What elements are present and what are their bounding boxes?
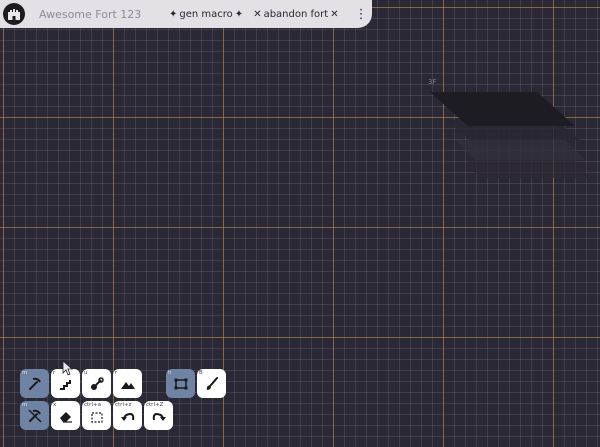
close-icon: ✕ <box>330 8 339 20</box>
shortcut-key: r <box>115 370 118 376</box>
redo-tool[interactable]: ctrl+Z <box>144 401 173 430</box>
shortcut-key: x <box>53 402 57 408</box>
brush-icon <box>206 376 218 390</box>
mouse-cursor-icon <box>62 360 74 376</box>
sparkle-icon: ✦ <box>234 8 244 20</box>
select-bounds-icon <box>174 378 187 389</box>
header-bar: ✦ gen macro ✦ ✕ abandon fort ✕ ⋮ <box>0 0 372 28</box>
shortcut-key: u <box>84 370 88 376</box>
floor-layer-4 <box>465 160 590 178</box>
build-tool[interactable]: u <box>82 369 111 398</box>
unmine-icon <box>27 408 42 423</box>
gen-macro-label: gen macro <box>179 8 233 20</box>
fort-name-input[interactable] <box>37 4 161 24</box>
shortcut-key: B <box>199 370 203 376</box>
shortcut-key: r <box>53 370 56 376</box>
build-icon <box>90 376 104 390</box>
ramp-tool[interactable]: r <box>113 369 142 398</box>
select-tool[interactable]: h <box>166 369 195 398</box>
unmine-tool[interactable]: m <box>20 401 49 430</box>
gen-macro-button[interactable]: ✦ gen macro ✦ <box>169 9 243 20</box>
sparkle-icon: ✦ <box>169 8 178 20</box>
undo-tool[interactable]: ctrl+z <box>113 401 142 430</box>
castle-icon[interactable] <box>3 3 25 25</box>
dashed-square-icon <box>90 411 103 423</box>
abandon-fort-label: abandon fort <box>263 8 329 20</box>
shortcut-key: h <box>168 370 172 376</box>
mountain-icon <box>120 381 135 389</box>
shortcut-key: m <box>22 402 28 408</box>
mine-tool[interactable]: m <box>20 369 49 398</box>
floor-layer-3 <box>455 140 585 160</box>
stairs-icon <box>59 379 71 390</box>
select-all-tool[interactable]: ctrl+a <box>82 401 111 430</box>
floor-stack[interactable] <box>425 78 600 188</box>
redo-icon <box>152 412 166 421</box>
shortcut-key: ctrl+z <box>115 402 132 408</box>
eraser-icon <box>59 411 72 423</box>
undo-icon <box>120 412 134 421</box>
erase-tool[interactable]: x <box>51 401 80 430</box>
kebab-menu-icon[interactable]: ⋮ <box>355 7 368 22</box>
pickaxe-icon <box>28 377 41 390</box>
shortcut-key: ctrl+Z <box>146 402 164 408</box>
paint-tool[interactable]: B <box>197 369 226 398</box>
shortcut-key: m <box>22 370 28 376</box>
close-icon: ✕ <box>253 8 262 20</box>
shortcut-key: ctrl+a <box>84 402 101 408</box>
abandon-fort-button[interactable]: ✕ abandon fort ✕ <box>253 9 338 20</box>
